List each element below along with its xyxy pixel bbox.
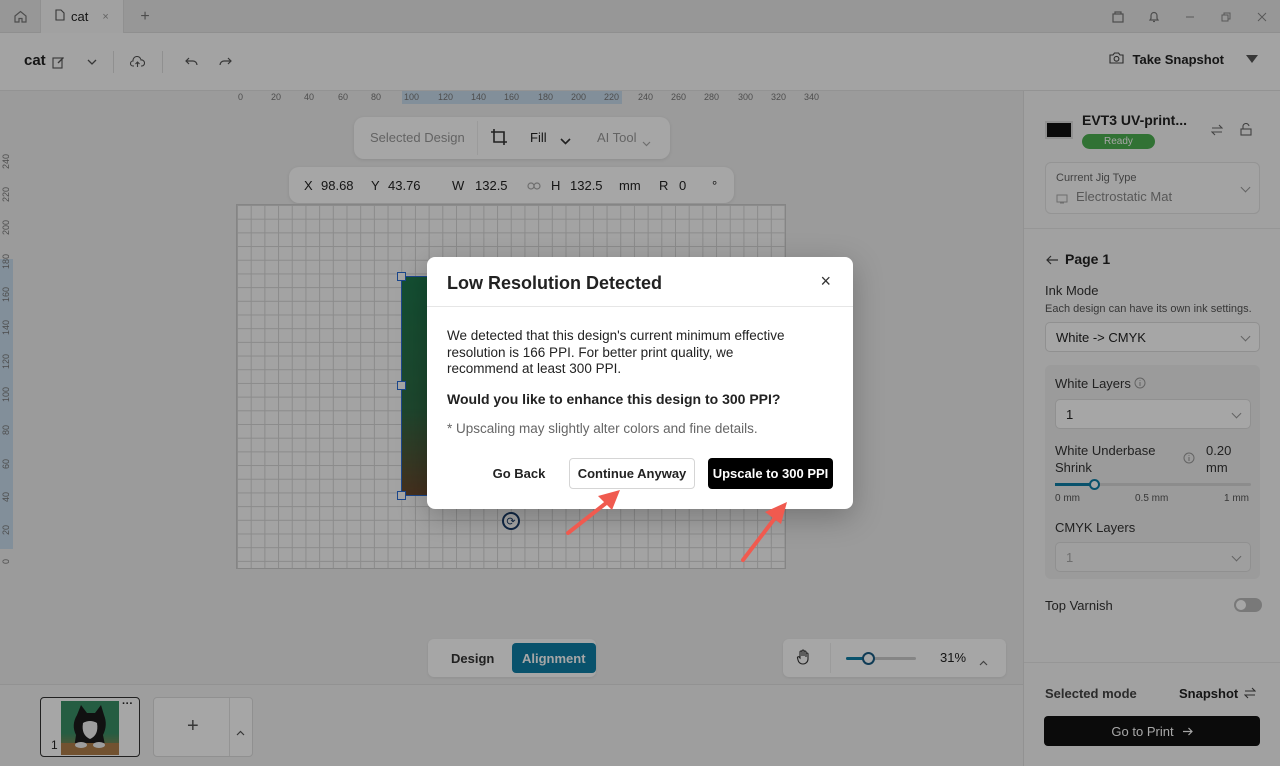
go-back-button[interactable]: Go Back [481,458,557,489]
continue-anyway-button[interactable]: Continue Anyway [569,458,695,489]
dialog-title: Low Resolution Detected [447,273,663,293]
dialog-note: * Upscaling may slightly alter colors an… [447,421,758,436]
low-resolution-dialog: Low Resolution Detected × We detected th… [427,257,853,509]
upscale-button[interactable]: Upscale to 300 PPI [708,458,833,489]
dialog-question: Would you like to enhance this design to… [447,391,781,407]
dialog-message: We detected that this design's current m… [447,328,785,376]
annotation-arrow-icon [741,502,787,562]
annotation-arrow-icon [566,490,620,535]
close-icon[interactable]: × [820,271,831,292]
